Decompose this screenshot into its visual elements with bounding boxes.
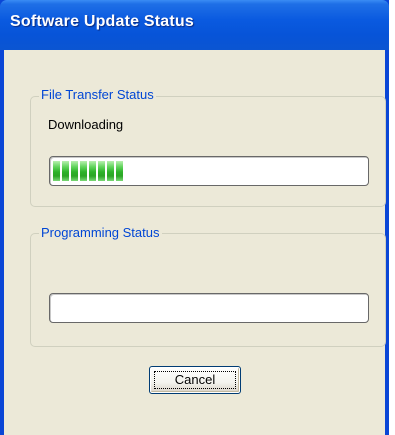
window-title: Software Update Status <box>10 13 194 30</box>
file-transfer-group-label: File Transfer Status <box>39 87 156 103</box>
file-transfer-status-text: Downloading <box>48 117 124 132</box>
file-transfer-progress-fill <box>53 161 125 181</box>
progress-segment <box>53 161 60 181</box>
file-transfer-progress-bar <box>49 156 369 186</box>
progress-segment <box>98 161 105 181</box>
cancel-button-label: Cancel <box>174 372 216 387</box>
title-bar[interactable]: Software Update Status <box>0 0 389 50</box>
progress-segment <box>80 161 87 181</box>
cancel-button[interactable]: Cancel <box>149 366 241 394</box>
progress-segment <box>71 161 78 181</box>
programming-group <box>30 233 386 347</box>
programming-group-label: Programming Status <box>39 225 162 241</box>
progress-segment <box>62 161 69 181</box>
progress-segment <box>116 161 123 181</box>
progress-segment <box>107 161 114 181</box>
file-transfer-group <box>30 96 386 207</box>
progress-segment <box>89 161 96 181</box>
programming-progress-bar <box>49 293 369 323</box>
